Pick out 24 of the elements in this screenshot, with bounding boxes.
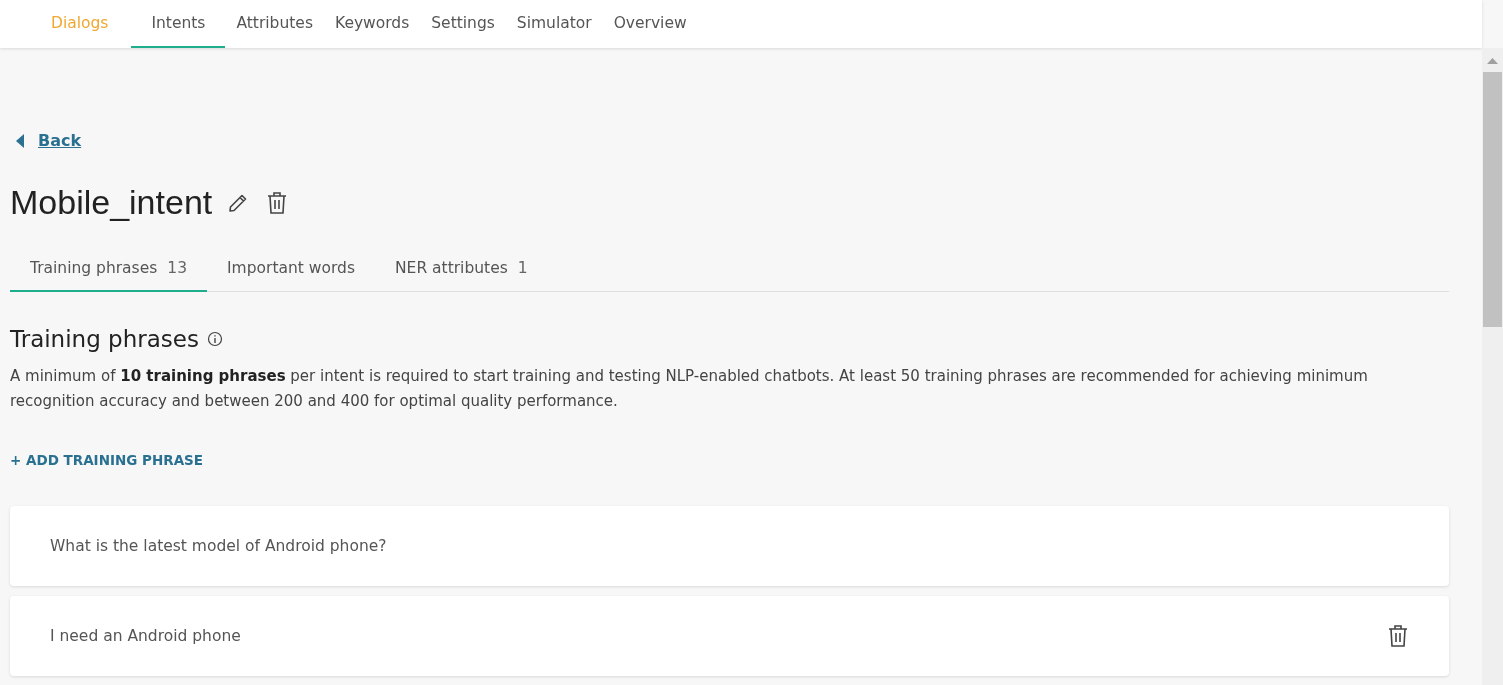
nav-tab[interactable]: Simulator [505,0,603,48]
nav-tab[interactable]: Keywords [324,0,421,48]
back-link[interactable]: Back [38,131,82,150]
description-text: A minimum of 10 training phrases per intent is required to start training and testing NLP-enabled chatbots. At least 50 training phrases are recommended for achieving minimum recognition accuracy and between 200 and 400 for optimal quality performance. [10,366,1369,412]
phrase-text: What is the latest model of Android phone? [50,537,387,555]
scrollbar-thumb[interactable] [1483,72,1502,327]
nav-tab[interactable]: Attributes [225,0,324,48]
phrase-card[interactable]: I need an Android phone [10,596,1449,676]
intent-title: Mobile_intent [10,183,213,222]
add-training-phrase-button[interactable]: + ADD TRAINING PHRASE [10,452,204,468]
nav-tab[interactable]: Overview [602,0,698,48]
info-icon[interactable] [206,331,223,347]
phrase-text: I need an Android phone [50,627,241,645]
tab[interactable]: Important words [207,248,375,292]
tab[interactable]: Training phrases 13 [10,248,208,292]
back-arrow-icon[interactable] [16,133,25,148]
delete-icon[interactable] [266,190,289,215]
scrollbar[interactable] [1482,48,1503,685]
section-heading: Training phrases [10,326,199,352]
delete-icon[interactable] [1387,624,1409,648]
nav-tab[interactable]: Settings [420,0,506,48]
tab[interactable]: NER attributes 1 [375,248,548,292]
nav-tab[interactable]: Intents [131,0,226,48]
phrase-card[interactable]: What is the latest model of Android phone? [10,506,1449,586]
